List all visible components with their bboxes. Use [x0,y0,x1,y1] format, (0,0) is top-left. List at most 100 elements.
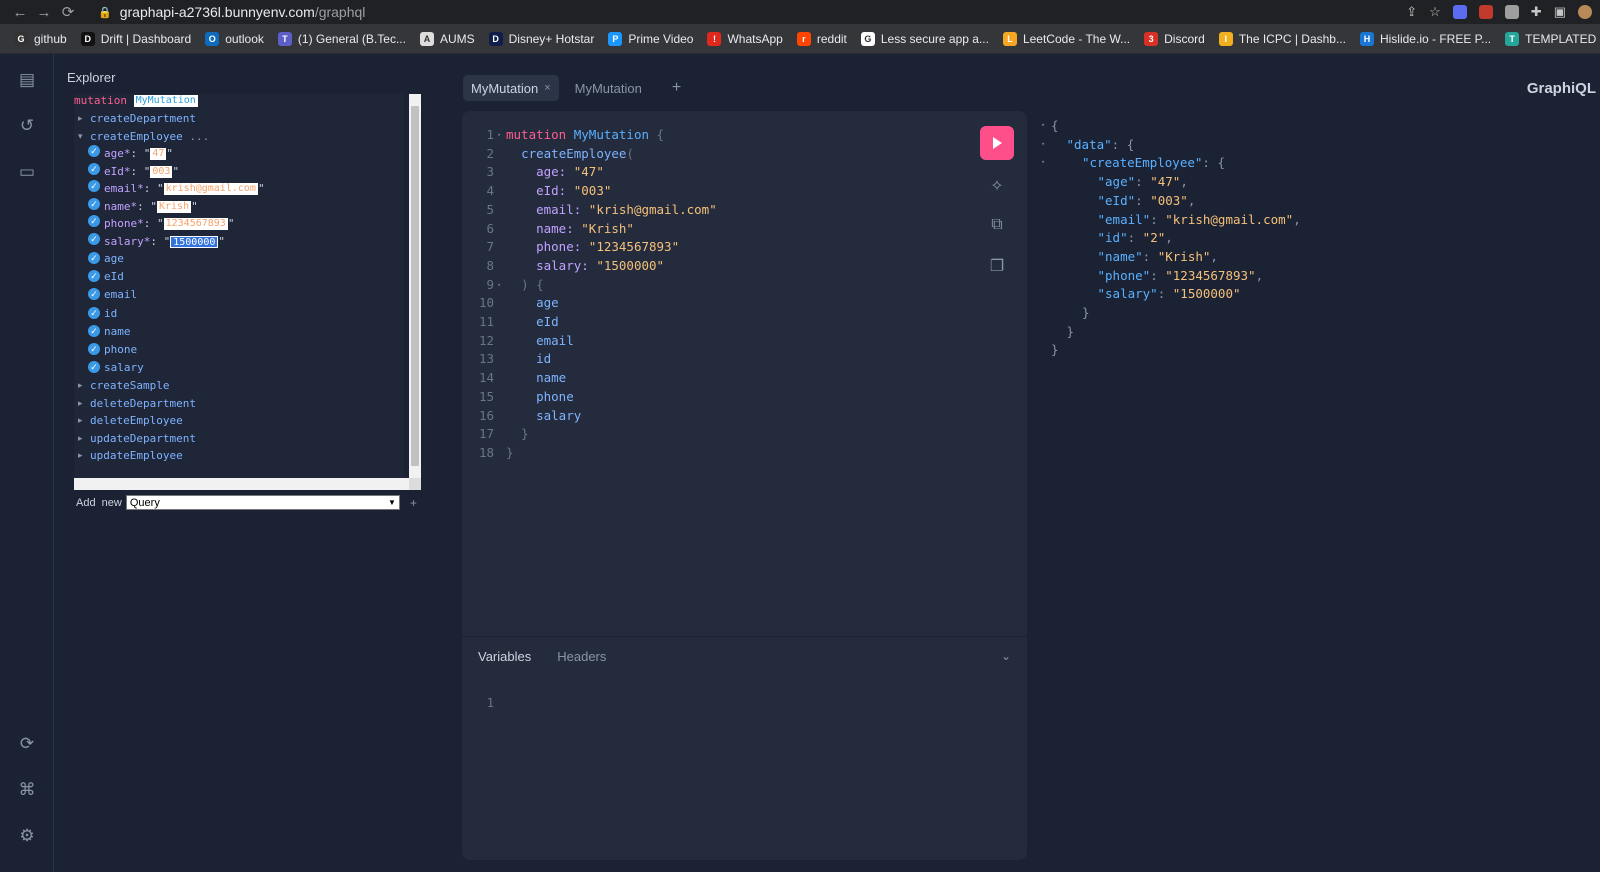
run-query-button[interactable] [980,126,1014,160]
explorer-subfield[interactable]: eId [104,270,124,283]
explorer-subfield[interactable]: name [104,325,131,338]
bookmark-item[interactable]: ! WhatsApp [707,31,783,46]
extension-icon[interactable] [1452,5,1467,19]
explorer-subfield[interactable]: phone [104,343,137,356]
reload-icon[interactable]: ⟳ [56,0,80,24]
explorer-field[interactable]: deleteEmployee [90,414,183,427]
bookmark-item[interactable]: D Disney+ Hotstar [488,31,594,46]
star-icon[interactable]: ☆ [1429,4,1441,20]
checked-icon[interactable]: ✓ [88,288,100,301]
add-operation-plus-icon[interactable]: + [410,496,417,510]
explorer-argument[interactable]: email*: " krish@gmail.com " [104,182,265,195]
checked-icon[interactable]: ✓ [88,324,100,337]
chevron-right-icon[interactable]: ▸ [78,398,83,409]
history-icon[interactable]: ↺ [17,116,37,136]
explorer-field[interactable]: deleteDepartment [90,397,196,410]
checked-icon[interactable]: ✓ [88,343,100,355]
argument-value-input[interactable]: 1234567893 [163,218,228,230]
explorer-subfield[interactable]: id [104,307,117,320]
forward-arrow-icon[interactable]: → [32,0,56,24]
chevron-right-icon[interactable]: ▸ [78,380,83,391]
share-icon[interactable]: ⇪ [1406,4,1417,20]
shortcuts-icon[interactable]: ⌘ [17,780,37,800]
checked-icon[interactable]: ✓ [88,270,100,283]
argument-value-input[interactable]: krish@gmail.com [163,183,258,195]
bookmark-item[interactable]: P Prime Video [608,31,693,46]
bookmark-item[interactable]: A AUMS [419,31,475,46]
bookmark-item[interactable]: 3 Discord [1144,31,1205,46]
explorer-field[interactable]: createEmployee ... [90,130,209,143]
bookmark-item[interactable]: T (1) General (B.Tec... [277,31,406,46]
bookmark-item[interactable]: G Less secure app a... [860,31,989,46]
explorer-field[interactable]: createSample [90,379,169,392]
argument-value-input[interactable]: 1500000 [170,235,219,248]
explorer-field[interactable]: createDepartment [90,112,196,125]
close-icon[interactable]: × [544,82,550,94]
fold-arrow-icon[interactable]: ▾ [1041,140,1045,148]
profile-avatar[interactable] [1578,5,1592,19]
scrollbar-thumb[interactable] [411,106,419,466]
add-tab-plus-icon[interactable]: + [672,79,681,97]
explorer-argument[interactable]: eId*: " 003 " [104,165,179,178]
explorer-field[interactable]: updateDepartment [90,432,196,445]
docs-icon[interactable]: ▤ [17,70,37,90]
sidepanel-icon[interactable]: ▣ [1554,4,1566,20]
vertical-scrollbar[interactable] [409,94,421,478]
explorer-subfield[interactable]: email [104,288,137,301]
chevron-right-icon[interactable]: ▸ [78,415,83,426]
chevron-right-icon[interactable]: ▸ [78,450,83,461]
fold-arrow-icon[interactable]: ▾ [1041,158,1045,166]
chevron-down-icon[interactable]: ▾ [78,131,83,142]
copy-query-icon[interactable]: ❐ [980,256,1014,280]
extension-icon[interactable] [1504,5,1519,19]
bookmark-item[interactable]: L LeetCode - The W... [1002,31,1130,46]
back-arrow-icon[interactable]: ← [8,0,32,24]
explorer-folder-icon[interactable]: ▭ [17,162,37,182]
result-viewer[interactable]: ▾ {▾ "data": {▾ "createEmployee": {"age": "… [1033,111,1593,860]
checked-icon[interactable]: ✓ [88,197,100,210]
explorer-subfield[interactable]: salary [104,361,144,374]
bookmark-item[interactable]: H Hislide.io - FREE P... [1359,31,1491,46]
tab-variables[interactable]: Variables [478,649,531,664]
bookmark-item[interactable]: I The ICPC | Dashb... [1218,31,1346,46]
merge-fragments-icon[interactable]: ⧉ [980,216,1014,240]
add-new-operation-select[interactable]: Query ▼ [125,495,400,510]
settings-gear-icon[interactable]: ⚙ [17,826,37,846]
bookmark-item[interactable]: D Drift | Dashboard [80,31,191,46]
argument-value-input[interactable]: 47 [150,148,167,160]
bookmark-item[interactable]: r reddit [796,31,847,46]
explorer-argument[interactable]: salary*: " 1500000 " [104,235,225,248]
tab-headers[interactable]: Headers [557,649,606,664]
explorer-subfield[interactable]: age [104,252,124,265]
operation-name-input[interactable]: MyMutation [133,95,198,107]
explorer-argument[interactable]: name*: " Krish " [104,200,198,213]
checked-icon[interactable]: ✓ [88,180,100,192]
tab-mymutation-active[interactable]: MyMutation × [463,75,559,101]
query-editor[interactable]: 1 ▾ mutation MyMutation {2 createEmployee(… [462,111,1027,636]
fold-arrow-icon[interactable]: ▾ [497,131,501,139]
extension-icon[interactable] [1478,5,1493,19]
checked-icon[interactable]: ✓ [88,306,100,319]
checked-icon[interactable]: ✓ [88,361,100,374]
tab-mymutation[interactable]: MyMutation [567,75,650,101]
horizontal-scrollbar[interactable] [74,478,409,490]
puzzle-icon[interactable]: ✚ [1531,4,1542,20]
argument-value-input[interactable]: 003 [150,165,173,178]
checked-icon[interactable]: ✓ [88,232,100,245]
checked-icon[interactable]: ✓ [88,162,100,175]
chevron-down-icon[interactable]: ⌄ [1001,649,1011,663]
refetch-schema-icon[interactable]: ⟳ [17,734,37,754]
bookmark-item[interactable]: T TEMPLATED - Fre... [1505,31,1600,46]
checked-icon[interactable]: ✓ [88,252,100,264]
operation-header[interactable]: mutation MyMutation [74,94,198,107]
checked-icon[interactable]: ✓ [88,145,100,157]
chevron-right-icon[interactable]: ▸ [78,113,83,124]
explorer-argument[interactable]: age*: " 47 " [104,147,173,160]
bookmark-item[interactable]: Ooutlook [205,31,264,46]
argument-value-input[interactable]: Krish [157,200,192,213]
prettify-icon[interactable]: ✧ [980,176,1014,200]
explorer-field[interactable]: updateEmployee [90,449,183,462]
checked-icon[interactable]: ✓ [88,215,100,227]
chevron-right-icon[interactable]: ▸ [78,433,83,444]
address-bar[interactable]: graphapi-a2736l.bunnyenv.com/graphql [120,4,366,20]
